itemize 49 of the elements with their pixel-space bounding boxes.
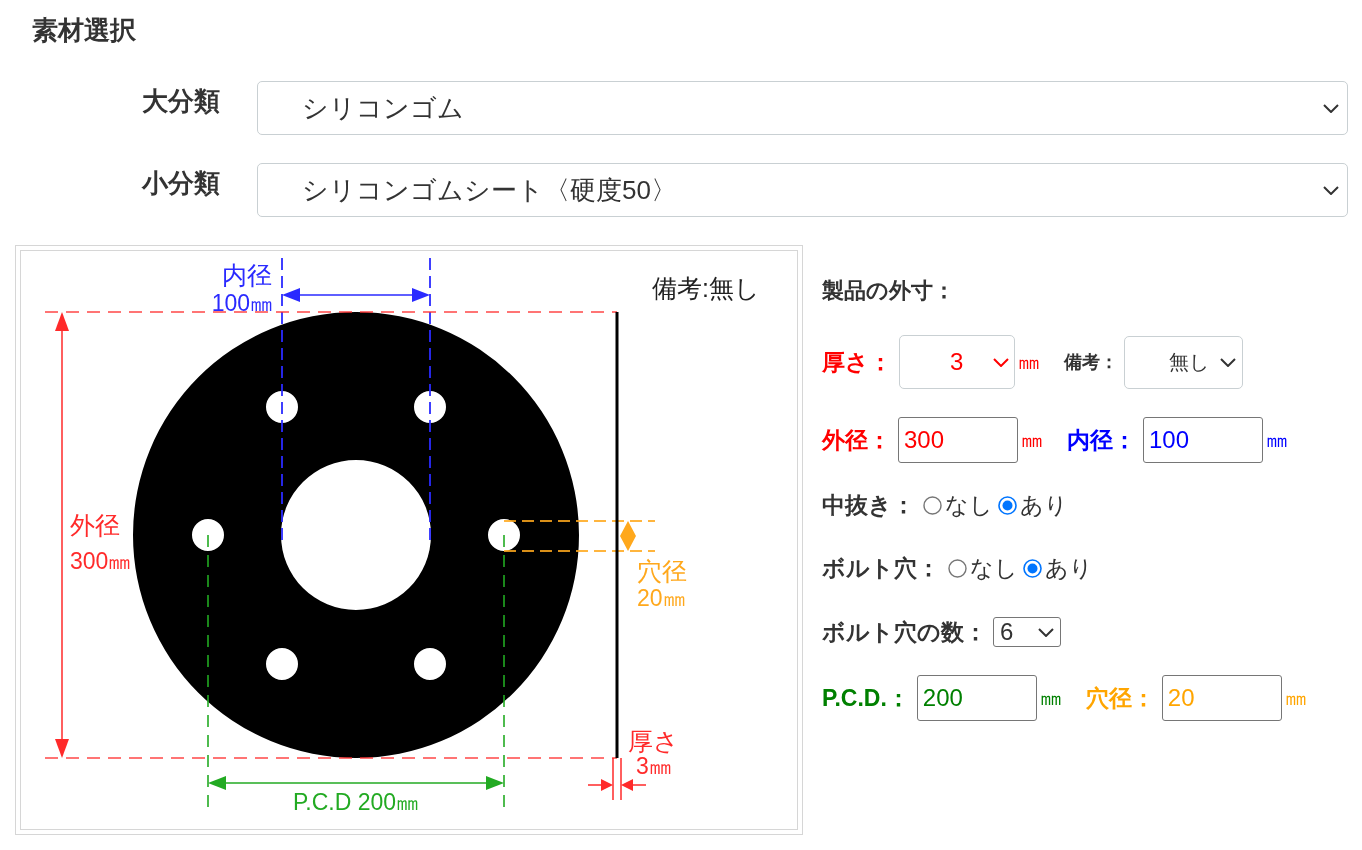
dropdown[interactable]: シリコンゴム (257, 81, 1348, 135)
chevron-down-icon (1220, 357, 1236, 367)
dimension-label: 厚さ (628, 727, 679, 755)
field-label: 穴径： (1085, 684, 1155, 712)
field-label: 中抜き： (822, 491, 915, 519)
dropdown[interactable]: 6 (993, 617, 1061, 647)
dimension-label: 内径 (222, 261, 272, 289)
dimension-label: 外径 (70, 511, 120, 539)
text-field[interactable]: 300 (898, 417, 1018, 463)
radio-button[interactable] (948, 558, 967, 578)
field-label: 小分類 (140, 167, 220, 200)
unit-label: ㎜ (1018, 348, 1040, 376)
text-field[interactable]: 200 (916, 675, 1037, 721)
unit-label: ㎜ (1284, 684, 1307, 712)
dropdown[interactable]: 無し (1124, 335, 1243, 389)
dimension-label: 穴径 (637, 557, 687, 585)
chevron-down-icon (993, 357, 1009, 367)
field-label: ボルト穴： (822, 554, 940, 582)
field-label: P.C.D.： (822, 684, 910, 712)
text-field[interactable]: 100 (1143, 417, 1263, 463)
radio-button[interactable] (923, 495, 942, 515)
field-label: 備考： (1064, 351, 1118, 374)
field-label: 厚さ： (822, 348, 892, 376)
dropdown[interactable]: 3 (899, 335, 1015, 389)
radio-button[interactable] (998, 495, 1017, 515)
field-label: ボルト穴の数： (822, 618, 987, 646)
radio-button[interactable] (1023, 558, 1042, 578)
unit-label: ㎜ (1039, 684, 1062, 712)
field-label: 内径： (1067, 426, 1136, 454)
chevron-down-icon (1038, 627, 1054, 637)
chevron-down-icon (1323, 103, 1339, 113)
dimension-label: 20㎜ (637, 585, 686, 611)
dimension-label: P.C.D 200㎜ (292, 789, 420, 815)
unit-label: ㎜ (1266, 426, 1288, 454)
option-label: あり (1045, 554, 1093, 582)
chevron-down-icon (1323, 185, 1339, 195)
section-title: 素材選択 (32, 15, 137, 45)
unit-label: ㎜ (1021, 426, 1043, 454)
dropdown[interactable]: シリコンゴムシート〈硬度50〉 (257, 163, 1348, 217)
note-label: 備考:無し (652, 274, 760, 302)
field-label: 外径： (822, 426, 891, 454)
option-label: なし (945, 491, 993, 519)
dimension-label: 3㎜ (636, 753, 672, 779)
option-label: あり (1020, 491, 1068, 519)
option-label: なし (970, 554, 1018, 582)
panel-title: 製品の外寸： (822, 279, 956, 303)
dimension-label: 100㎜ (211, 290, 273, 316)
field-label: 大分類 (141, 85, 220, 118)
dimension-label: 300㎜ (70, 548, 132, 574)
